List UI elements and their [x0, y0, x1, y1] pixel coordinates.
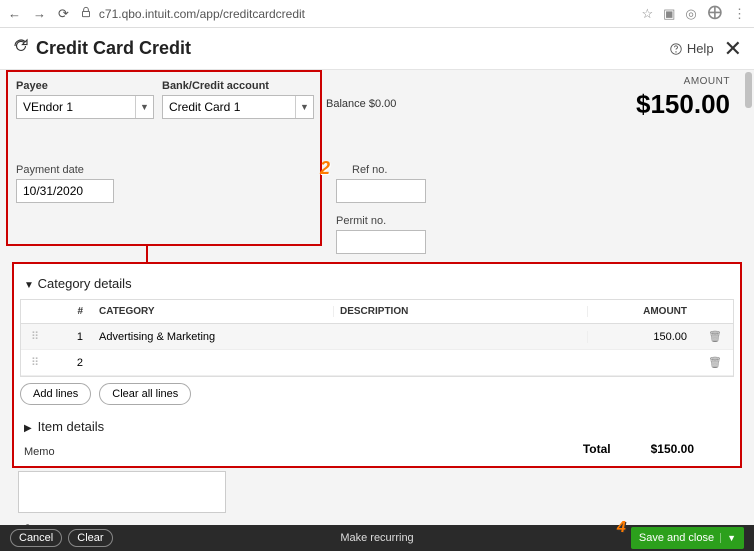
col-amount: AMOUNT — [587, 306, 697, 317]
page-header: Credit Card Credit Help ✕ — [0, 28, 754, 70]
extension-icon[interactable]: ▣ — [663, 6, 675, 22]
permit-label: Permit no. — [336, 215, 432, 227]
caret-right-icon: ▶ — [24, 423, 34, 434]
row-amount[interactable]: 150.00 — [587, 331, 697, 343]
profile-icon[interactable]: 𐌈 — [707, 3, 723, 24]
category-section-title: Category details — [38, 276, 132, 291]
col-description: DESCRIPTION — [333, 306, 587, 317]
payment-date-input[interactable]: 10/31/2020 — [16, 179, 114, 203]
cancel-button[interactable]: Cancel — [10, 529, 62, 547]
clear-all-lines-button[interactable]: Clear all lines — [99, 383, 191, 405]
row-category[interactable]: Advertising & Marketing — [93, 331, 333, 343]
balance-value: $0.00 — [369, 98, 397, 110]
page-title: Credit Card Credit — [36, 38, 191, 59]
help-label: Help — [687, 41, 714, 56]
total-label: Total — [583, 442, 611, 458]
ref-input[interactable] — [336, 179, 426, 203]
row-num: 2 — [49, 357, 93, 369]
trash-icon[interactable]: 🗑 — [697, 330, 733, 343]
payment-date-value: 10/31/2020 — [23, 184, 83, 198]
ref-label: Ref no. — [352, 164, 432, 176]
save-label: Save and close — [639, 532, 714, 544]
help-link[interactable]: Help — [669, 41, 714, 56]
back-icon[interactable]: ← — [8, 6, 21, 21]
amount-label: AMOUNT — [636, 76, 730, 87]
col-num: # — [49, 306, 93, 317]
reload-icon[interactable]: ⟳ — [58, 6, 69, 22]
add-lines-button[interactable]: Add lines — [20, 383, 91, 405]
total-value: $150.00 — [651, 442, 694, 458]
annotation-4: 4 — [617, 519, 626, 537]
content-area: Payee VEndor 1 ▼ Bank/Credit account Cre… — [0, 70, 754, 525]
bank-value: Credit Card 1 — [169, 100, 240, 114]
category-table: # CATEGORY DESCRIPTION AMOUNT ⠿ 1 Advert… — [20, 299, 734, 377]
footer-bar: Cancel Clear Make recurring 4 Save and c… — [0, 525, 754, 551]
table-row[interactable]: ⠿ 1 Advertising & Marketing 150.00 🗑 — [21, 324, 733, 350]
balance-display: Balance $0.00 — [326, 98, 396, 120]
permit-input[interactable] — [336, 230, 426, 254]
balance-label: Balance — [326, 98, 366, 110]
recurring-icon — [12, 37, 30, 60]
eye-icon[interactable]: ◎ — [685, 6, 696, 22]
chevron-down-icon[interactable]: ▼ — [720, 533, 736, 543]
details-box: ▼ Category details # CATEGORY DESCRIPTIO… — [12, 262, 742, 468]
forward-icon[interactable]: → — [33, 6, 46, 21]
table-header: # CATEGORY DESCRIPTION AMOUNT — [21, 300, 733, 324]
save-and-close-button[interactable]: 4 Save and close ▼ — [631, 527, 744, 549]
url-bar[interactable]: c71.qbo.intuit.com/app/creditcardcredit — [79, 5, 632, 22]
trash-icon[interactable]: 🗑 — [697, 356, 733, 369]
memo-textarea[interactable] — [18, 471, 226, 513]
drag-handle-icon[interactable]: ⠿ — [21, 330, 49, 343]
clear-button[interactable]: Clear — [68, 529, 112, 547]
table-row[interactable]: ⠿ 2 🗑 — [21, 350, 733, 376]
bank-select[interactable]: Credit Card 1 ▼ — [162, 95, 314, 119]
drag-handle-icon[interactable]: ⠿ — [21, 356, 49, 369]
col-category: CATEGORY — [93, 306, 333, 317]
caret-down-icon: ▼ — [24, 280, 34, 291]
payee-label: Payee — [16, 80, 154, 92]
row-num: 1 — [49, 331, 93, 343]
payee-select[interactable]: VEndor 1 ▼ — [16, 95, 154, 119]
item-section-title: Item details — [38, 419, 104, 434]
close-icon[interactable]: ✕ — [724, 36, 742, 62]
bank-label: Bank/Credit account — [162, 80, 314, 92]
chevron-down-icon: ▼ — [295, 96, 313, 118]
memo-label: Memo — [24, 446, 55, 458]
payment-date-label: Payment date — [16, 164, 114, 176]
lock-icon — [79, 5, 93, 22]
item-details-toggle[interactable]: ▶ Item details — [24, 419, 734, 434]
browser-toolbar: ← → ⟳ c71.qbo.intuit.com/app/creditcardc… — [0, 0, 754, 28]
url-text: c71.qbo.intuit.com/app/creditcardcredit — [99, 7, 305, 21]
amount-value: $150.00 — [636, 89, 730, 120]
annotation-2: 2 — [320, 158, 330, 179]
category-details-toggle[interactable]: ▼ Category details — [24, 276, 734, 291]
make-recurring-link[interactable]: Make recurring — [340, 532, 413, 544]
total-row: Memo Total $150.00 — [20, 442, 734, 458]
menu-icon[interactable]: ⋮ — [733, 6, 746, 22]
chevron-down-icon: ▼ — [135, 96, 153, 118]
payee-value: VEndor 1 — [23, 100, 73, 114]
star-icon[interactable]: ☆ — [641, 6, 653, 22]
